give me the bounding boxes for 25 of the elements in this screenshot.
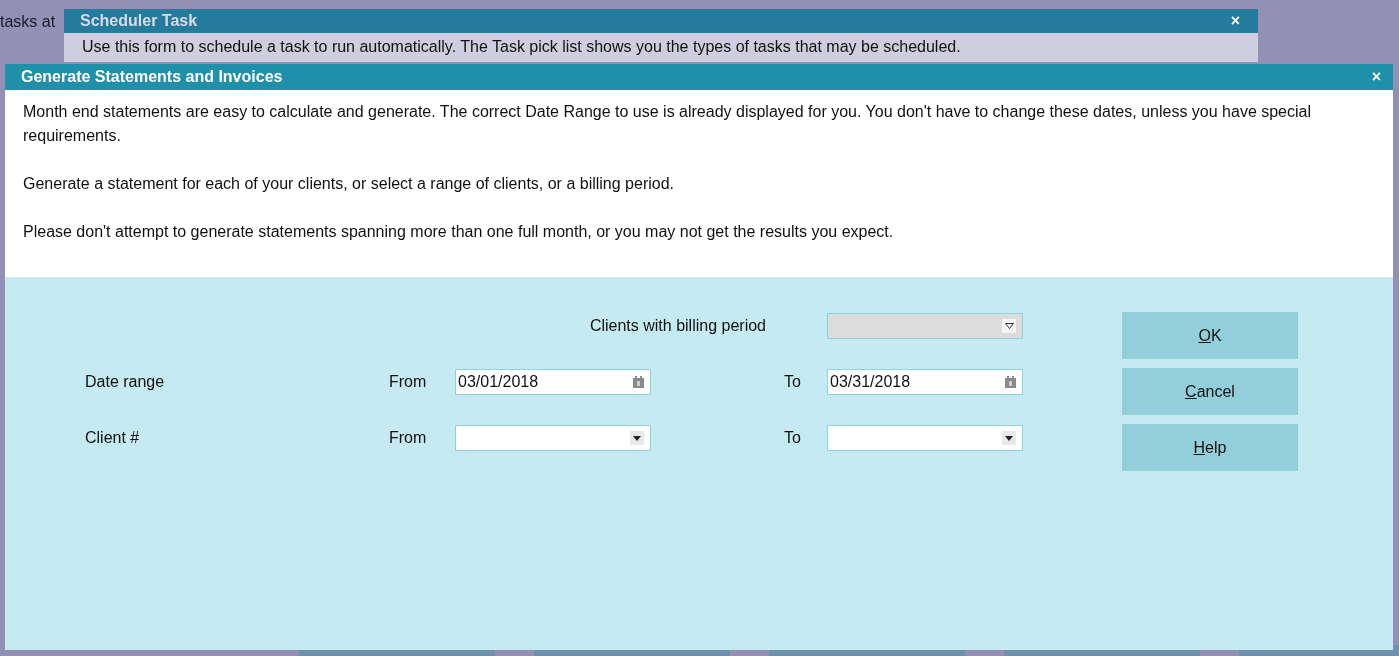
dialog-button[interactable]: Help — [1122, 424, 1298, 471]
window-title: Scheduler Task — [80, 12, 198, 30]
calendar-icon[interactable] — [1005, 376, 1016, 388]
close-button[interactable]: × — [1369, 68, 1383, 86]
description-text: Use this form to schedule a task to run automatically. The Task pick list shows you the types of tasks that may be scheduled. — [81, 37, 962, 57]
calendar-icon[interactable] — [633, 376, 644, 388]
field-label: To — [784, 429, 802, 447]
dropdown-field[interactable] — [455, 425, 651, 451]
field-label: From — [389, 373, 428, 391]
dialog-title: Generate Statements and Invoices — [21, 68, 283, 86]
close-button[interactable]: × — [1228, 12, 1242, 30]
date-field[interactable]: 03/01/2018 — [455, 369, 651, 395]
background-text: tasks at — [0, 13, 56, 31]
dialog-button[interactable]: OK — [1122, 312, 1298, 359]
row-label: Client # — [85, 429, 141, 447]
field-label: Clients with billing period — [589, 317, 766, 335]
field-label: From — [389, 429, 428, 447]
field-label: To — [784, 373, 802, 391]
dropdown-field[interactable] — [827, 425, 1023, 451]
row-label: Date range — [85, 373, 166, 391]
intro-paragraph: Month end statements are easy to calculate and generate. The correct Date Range to use is already displayed for you. You don't have to change these dates, unless you have special requirements. — [23, 102, 1313, 146]
dialog-button[interactable]: Cancel — [1122, 368, 1298, 415]
intro-paragraph: Generate a statement for each of your clients, or select a range of clients, or a billing period. — [23, 174, 675, 194]
intro-paragraph: Please don't attempt to generate statements spanning more than one full month, or you may not get the results you expect. — [23, 222, 895, 242]
date-field[interactable]: 03/31/2018 — [827, 369, 1023, 395]
